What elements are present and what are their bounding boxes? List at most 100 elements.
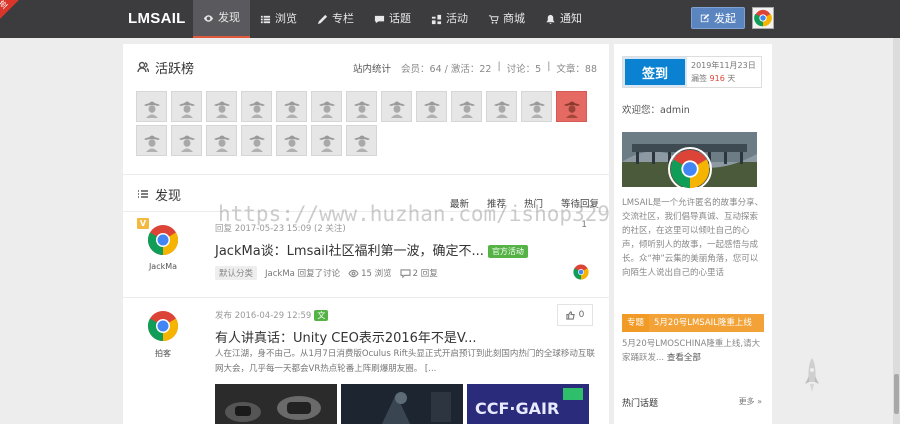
users-icon [137, 61, 149, 73]
hot-topics-title: 热门话题 [622, 399, 659, 409]
site-stats: 站内统计 会员：64 / 激活：22 | 讨论：5 | 文章：88 [353, 61, 597, 75]
view-count: 15 浏览 [361, 269, 392, 279]
tab-hot[interactable]: 热门 [524, 196, 543, 210]
active-user-avatar[interactable] [346, 125, 377, 156]
view-all-link[interactable]: 查看全部 [667, 353, 701, 363]
active-user-avatar[interactable] [171, 91, 202, 122]
cowboy-avatar-icon [353, 101, 370, 118]
cart-icon [488, 14, 499, 24]
active-user-avatar[interactable] [206, 125, 237, 156]
site-logo[interactable]: LMSAIL [128, 0, 186, 38]
cowboy-avatar-icon [178, 135, 195, 152]
welcome-text: 欢迎您：admin [622, 105, 690, 116]
back-to-top-rocket-icon[interactable] [802, 356, 822, 396]
cowboy-avatar-icon [388, 101, 405, 118]
user-avatar[interactable] [752, 7, 774, 29]
nav-label: 浏览 [275, 12, 297, 25]
nav-column[interactable]: 专栏 [307, 0, 364, 38]
nav-label: 商城 [503, 12, 525, 25]
post-footer: 默认分类 JackMa 回复了讨论 15 浏览 2 回复 [215, 266, 438, 280]
site-intro: LMSAIL是一个允许匿名的故事分享、交流社区，我们倡导真诚、互动探索的社区，在… [622, 198, 764, 278]
nav-topic[interactable]: 话题 [364, 0, 421, 38]
right-sidebar: 签到 2019年11月23日 漏签 916 天 欢迎您：admin LMSAIL… [614, 44, 772, 424]
cowboy-avatar-icon [458, 101, 475, 118]
announcement-bar[interactable]: 专题 5月20号LMSAIL隆重上线 [622, 314, 764, 332]
active-user-avatar[interactable] [486, 91, 517, 122]
cowboy-avatar-icon [213, 135, 230, 152]
bell-icon [546, 14, 555, 24]
signin-date: 2019年11月23日 [691, 61, 756, 70]
active-user-avatar[interactable] [311, 125, 342, 156]
author-avatar[interactable] [147, 224, 179, 256]
like-button[interactable]: 0 [557, 304, 593, 326]
divider [123, 211, 609, 212]
post-date: 发布 2016-04-29 12:59 [215, 311, 312, 321]
author-name[interactable]: JackMa [133, 262, 193, 271]
active-user-avatar[interactable] [521, 91, 552, 122]
active-user-avatar[interactable] [311, 91, 342, 122]
post-title[interactable]: 有人讲真话：Unity CEO表示2016年不是V... [215, 327, 477, 346]
active-user-avatar[interactable] [241, 91, 272, 122]
scrollbar-thumb[interactable] [894, 374, 899, 414]
discover-header: 发现 [137, 184, 181, 204]
author-name[interactable]: 拍客 [133, 348, 193, 359]
active-user-avatar[interactable] [346, 91, 377, 122]
nav-activity[interactable]: 活动 [421, 0, 478, 38]
missed-days: 916 [709, 74, 725, 83]
signin-streak: 漏签 916 天 [691, 74, 736, 83]
active-user-avatar[interactable] [171, 125, 202, 156]
page-scrollbar[interactable] [893, 38, 900, 424]
compose-icon [700, 13, 710, 23]
nav-label: 活动 [446, 12, 468, 25]
cowboy-avatar-icon [528, 101, 545, 118]
active-user-avatar[interactable] [381, 91, 412, 122]
thumbnail-image[interactable]: CCF·GAIR [467, 384, 589, 424]
active-user-avatar[interactable] [451, 91, 482, 122]
thumbnail-image[interactable] [215, 384, 337, 424]
active-user-avatar[interactable] [276, 125, 307, 156]
signin-info: 2019年11月23日 漏签 916 天 [687, 57, 760, 87]
active-user-avatar[interactable] [276, 91, 307, 122]
tab-recommended[interactable]: 推荐 [487, 196, 506, 210]
author-avatar[interactable] [147, 310, 179, 342]
official-event-tag[interactable]: 官方活动 [487, 245, 528, 258]
active-user-avatar[interactable] [136, 125, 167, 156]
active-user-avatar[interactable] [556, 91, 587, 122]
cowboy-avatar-icon [423, 101, 440, 118]
nav-discover[interactable]: 发现 [193, 0, 250, 38]
cowboy-avatar-icon [143, 101, 160, 118]
active-user-avatar[interactable] [416, 91, 447, 122]
chat-icon [374, 15, 385, 23]
stat-articles: 文章：88 [556, 64, 597, 75]
cowboy-avatar-icon [248, 101, 265, 118]
divider [123, 174, 609, 175]
post-meta: 发布 2016-04-29 12:59 文 [215, 309, 329, 321]
post-title[interactable]: JackMa谈：Lmsail社区福利第一波，确定不... 官方活动 [215, 240, 528, 259]
replier-avatar[interactable] [573, 264, 589, 280]
nav-shop[interactable]: 商城 [478, 0, 535, 38]
like-count: 0 [578, 310, 585, 320]
pen-icon [317, 14, 328, 24]
announcement-text: 5月20号LMOSCHINA隆重上线,请大家踊跃发... 查看全部 [622, 337, 762, 365]
thumbnail-image[interactable] [341, 384, 463, 424]
active-user-avatar[interactable] [241, 125, 272, 156]
signin-button[interactable]: 签到 [623, 57, 687, 87]
post-button[interactable]: 发起 [691, 7, 745, 29]
nav-notifications[interactable]: 通知 [535, 0, 592, 38]
announcement-title[interactable]: 5月20号LMSAIL隆重上线 [649, 314, 764, 332]
tab-awaiting-reply[interactable]: 等待回复 [561, 196, 599, 210]
main-nav: 发现 浏览 专栏 话题 活动 商城 通知 [193, 0, 592, 38]
nav-browse[interactable]: 浏览 [250, 0, 307, 38]
tab-latest[interactable]: 最新 [450, 196, 469, 210]
active-user-avatar[interactable] [206, 91, 237, 122]
post-title-text[interactable]: JackMa谈：Lmsail社区福利第一波，确定不... [215, 244, 484, 259]
category-tag[interactable]: 默认分类 [215, 266, 258, 280]
cowboy-avatar-icon [178, 101, 195, 118]
post-meta: 回复 2017-05-23 15:09 (2 关注) [215, 224, 346, 234]
profile-avatar[interactable] [668, 147, 712, 191]
active-user-avatar[interactable] [136, 91, 167, 122]
stat-members: 会员：64 / 激活：22 [401, 64, 492, 75]
hot-topics-more-link[interactable]: 更多 » [739, 396, 762, 409]
divider [123, 297, 609, 298]
cowboy-avatar-icon [283, 135, 300, 152]
